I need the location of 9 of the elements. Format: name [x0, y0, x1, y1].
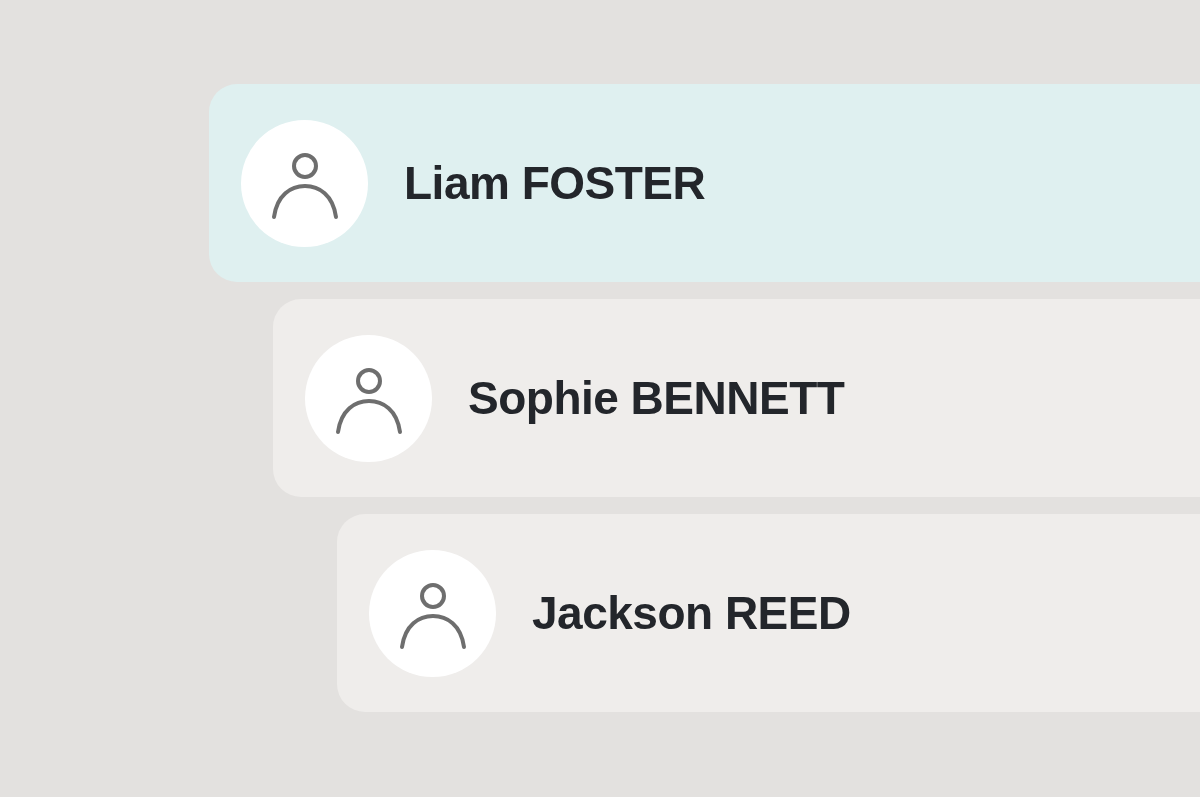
avatar-icon: [241, 119, 368, 247]
contact-card[interactable]: Jackson REED: [337, 514, 1200, 712]
avatar-icon: [305, 334, 432, 462]
avatar-icon: [369, 549, 496, 677]
contact-name: Sophie BENNETT: [468, 371, 845, 425]
contact-card[interactable]: Sophie BENNETT: [273, 299, 1200, 497]
contact-card[interactable]: Liam FOSTER: [209, 84, 1200, 282]
contact-name: Liam FOSTER: [404, 156, 706, 210]
contact-name: Jackson REED: [532, 586, 851, 640]
